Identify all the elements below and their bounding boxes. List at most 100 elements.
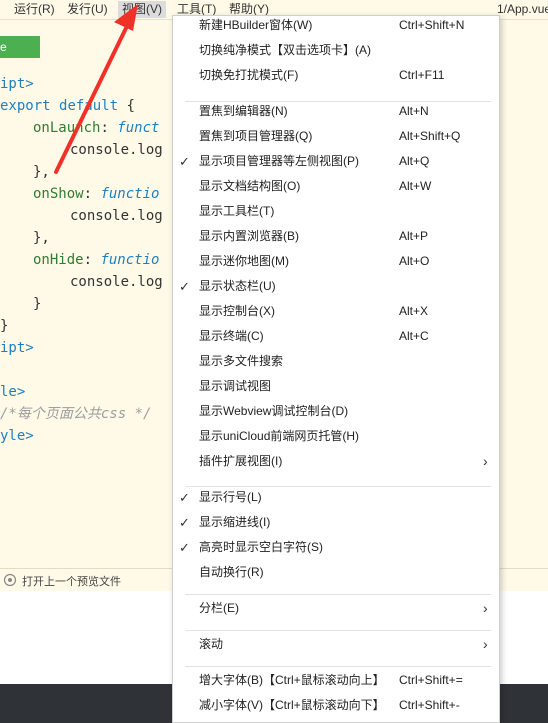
menu-item-label: 显示缩进线(I) xyxy=(199,515,271,529)
code-line: console.log xyxy=(70,142,163,158)
menu-item-label: 显示状态栏(U) xyxy=(199,279,276,293)
menu-item-label: 显示项目管理器等左侧视图(P) xyxy=(199,154,359,168)
code-line: yle> xyxy=(0,428,34,444)
menu-item-label: 减小字体(V)【Ctrl+鼠标滚动向下】 xyxy=(199,698,385,712)
menu-item[interactable]: 增大字体(B)【Ctrl+鼠标滚动向上】 Ctrl+Shift+= xyxy=(173,668,499,693)
menu-item-label: 显示调试视图 xyxy=(199,379,272,393)
menu-item[interactable]: ✓ 显示缩进线(I) xyxy=(173,510,499,535)
submenu-chevron-icon: › xyxy=(483,453,488,469)
menu-item[interactable]: ✓ 高亮时显示空白字符(S) xyxy=(173,535,499,560)
code-line: } xyxy=(33,296,42,312)
menu-item-shortcut: Alt+Shift+Q xyxy=(399,129,461,143)
menu-run[interactable]: 运行(R) xyxy=(14,2,55,17)
menu-separator xyxy=(185,666,491,667)
code-line: }, xyxy=(33,230,50,246)
menu-item[interactable]: 显示工具栏(T) xyxy=(173,199,499,224)
menu-item-label: 显示控制台(X) xyxy=(199,304,275,318)
menu-item[interactable]: 显示Webview调试控制台(D) xyxy=(173,399,499,424)
menu-item[interactable]: 显示调试视图 xyxy=(173,374,499,399)
submenu-chevron-icon: › xyxy=(483,600,488,616)
menu-item-label: 高亮时显示空白字符(S) xyxy=(199,540,323,554)
menu-item-label: 自动换行(R) xyxy=(199,565,264,579)
menu-item[interactable]: 插件扩展视图(I) › xyxy=(173,449,499,474)
menu-item[interactable]: ✓ 显示行号(L) xyxy=(173,485,499,510)
check-icon: ✓ xyxy=(179,154,190,169)
menu-item-shortcut: Ctrl+Shift+- xyxy=(399,698,460,712)
menu-item-shortcut: Alt+N xyxy=(399,104,429,118)
menu-item-label: 置焦到项目管理器(Q) xyxy=(199,129,313,143)
menu-publish[interactable]: 发行(U) xyxy=(67,2,108,17)
menu-item-label: 分栏(E) xyxy=(199,601,239,615)
menu-item-label: 显示内置浏览器(B) xyxy=(199,229,299,243)
editor-tab[interactable]: e xyxy=(0,36,40,58)
code-line: ipt> xyxy=(0,76,34,92)
check-icon: ✓ xyxy=(179,515,190,530)
menu-separator xyxy=(185,594,491,595)
check-icon: ✓ xyxy=(179,540,190,555)
menu-item-label: 显示文档结构图(O) xyxy=(199,179,301,193)
view-menu-dropdown: 新建HBuilder窗体(W) Ctrl+Shift+N 切换纯净模式【双击选项卡】… xyxy=(172,15,500,723)
menu-item[interactable]: 滚动 › xyxy=(173,632,499,657)
code-line: }, xyxy=(33,164,50,180)
code-line: onLaunch: funct xyxy=(33,120,160,136)
menu-item-label: 切换纯净模式【双击选项卡】(A) xyxy=(199,43,371,57)
check-icon: ✓ xyxy=(179,279,190,294)
menu-item-label: 显示迷你地图(M) xyxy=(199,254,289,268)
menu-item-shortcut: Alt+W xyxy=(399,179,432,193)
menu-item-label: 新建HBuilder窗体(W) xyxy=(199,18,313,32)
code-line: } xyxy=(0,318,9,334)
menu-item[interactable]: 显示终端(C) Alt+C xyxy=(173,324,499,349)
menu-item-shortcut: Ctrl+Shift+N xyxy=(399,18,465,32)
menu-item-shortcut: Alt+O xyxy=(399,254,430,268)
code-line: onShow: functio xyxy=(33,186,160,202)
menu-item-shortcut: Alt+Q xyxy=(399,154,430,168)
status-text[interactable]: 打开上一个预览文件 xyxy=(22,573,121,589)
menu-item[interactable]: 减小字体(V)【Ctrl+鼠标滚动向下】 Ctrl+Shift+- xyxy=(173,693,499,718)
menu-item-label: 显示多文件搜索 xyxy=(199,354,284,368)
submenu-chevron-icon: › xyxy=(483,636,488,652)
file-path: 1/App.vue xyxy=(497,2,548,16)
menu-item[interactable]: 切换免打扰模式(F) Ctrl+F11 xyxy=(173,63,499,88)
menu-item-label: 显示uniCloud前端网页托管(H) xyxy=(199,429,360,443)
menu-item-label: 显示Webview调试控制台(D) xyxy=(199,404,349,418)
menu-view[interactable]: 视图(V) xyxy=(118,1,166,18)
menu-item-label: 置焦到编辑器(N) xyxy=(199,104,288,118)
menu-item[interactable]: 自动换行(R) xyxy=(173,560,499,585)
menu-item[interactable]: 新建HBuilder窗体(W) Ctrl+Shift+N xyxy=(173,13,499,38)
menu-item-label: 显示工具栏(T) xyxy=(199,204,275,218)
menu-item[interactable]: 置焦到编辑器(N) Alt+N xyxy=(173,99,499,124)
menu-item-label: 滚动 xyxy=(199,637,224,651)
menu-item[interactable]: 显示多文件搜索 xyxy=(173,349,499,374)
menu-item-label: 切换免打扰模式(F) xyxy=(199,68,299,82)
code-line: ipt> xyxy=(0,340,34,356)
preview-icon[interactable] xyxy=(3,573,17,587)
menu-item-label: 显示终端(C) xyxy=(199,329,264,343)
menu-item[interactable]: 显示文档结构图(O) Alt+W xyxy=(173,174,499,199)
code-line: export default { xyxy=(0,98,135,114)
editor-tab-label: e xyxy=(0,40,7,54)
menu-item[interactable]: 切换纯净模式【双击选项卡】(A) xyxy=(173,38,499,63)
menu-item-label: 插件扩展视图(I) xyxy=(199,454,283,468)
code-line: onHide: functio xyxy=(33,252,160,268)
menu-item[interactable]: ✓ 显示状态栏(U) xyxy=(173,274,499,299)
menu-item-label: 增大字体(B)【Ctrl+鼠标滚动向上】 xyxy=(199,673,385,687)
menu-item[interactable]: 置焦到项目管理器(Q) Alt+Shift+Q xyxy=(173,124,499,149)
code-line: le> xyxy=(0,384,26,400)
menu-item-shortcut: Alt+X xyxy=(399,304,429,318)
menu-item[interactable]: 显示迷你地图(M) Alt+O xyxy=(173,249,499,274)
menu-item-shortcut: Ctrl+Shift+= xyxy=(399,673,463,687)
code-line: console.log xyxy=(70,208,163,224)
menu-separator xyxy=(185,630,491,631)
check-icon: ✓ xyxy=(179,490,190,505)
menu-item-shortcut: Ctrl+F11 xyxy=(399,68,445,82)
code-line: /*每个页面公共css */ xyxy=(0,406,152,422)
menu-item[interactable]: 显示控制台(X) Alt+X xyxy=(173,299,499,324)
menu-item[interactable]: 显示uniCloud前端网页托管(H) xyxy=(173,424,499,449)
menu-item-label: 显示行号(L) xyxy=(199,490,262,504)
code-line: console.log xyxy=(70,274,163,290)
menu-item-shortcut: Alt+P xyxy=(399,229,429,243)
menu-item-shortcut: Alt+C xyxy=(399,329,429,343)
menu-item[interactable]: ✓ 显示项目管理器等左侧视图(P) Alt+Q xyxy=(173,149,499,174)
menu-item[interactable]: 分栏(E) › xyxy=(173,596,499,621)
menu-item[interactable]: 显示内置浏览器(B) Alt+P xyxy=(173,224,499,249)
